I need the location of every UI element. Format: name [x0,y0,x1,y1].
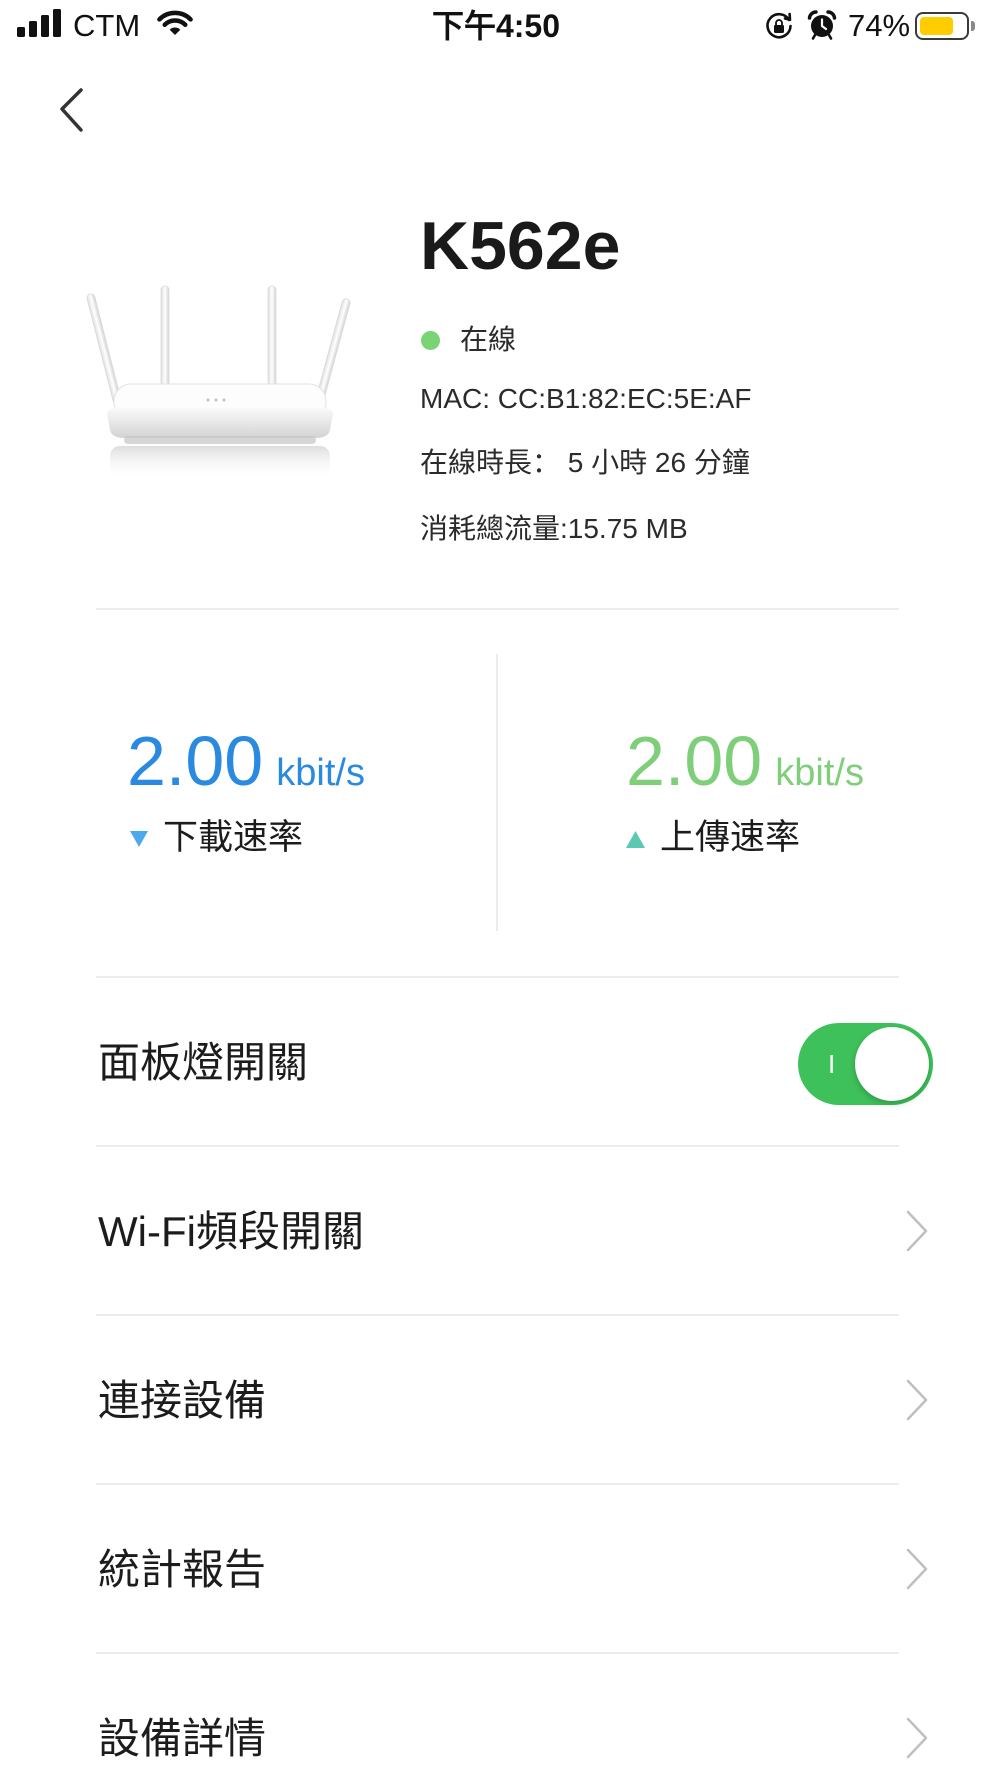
back-button[interactable] [54,84,88,136]
battery-fill [920,17,953,35]
download-speed: 2.00 kbit/s [127,721,365,801]
router-body-front [107,408,333,438]
settings-row-wifi-band[interactable]: Wi-Fi頻段開關 [0,1147,1000,1316]
toggle-on-glyph: I [828,1049,836,1079]
wifi-icon [157,10,193,35]
router-antenna [267,285,277,395]
toggle-knob [855,1027,929,1101]
signal-bar [53,9,61,37]
router-antenna [160,285,170,395]
download-speed-label: 下載速率 [163,818,304,857]
upload-speed-label: 上傳速率 [660,818,801,857]
settings-row-label: 設備詳情 [98,1715,267,1762]
settings-row-panel-light: 面板燈開關 I [0,978,1000,1147]
router-image [86,285,351,480]
settings-row-statistics[interactable]: 統計報告 [0,1485,1000,1654]
up-triangle-icon [626,831,645,848]
settings-row-connected-devices[interactable]: 連接設備 [0,1316,1000,1485]
router-antenna [86,293,122,405]
down-triangle-icon [130,831,148,847]
upload-speed: 2.00 kbit/s [626,721,864,801]
download-speed-value: 2.00 [127,722,264,800]
settings-row-label: 連接設備 [98,1377,267,1424]
vertical-divider [496,654,498,931]
settings-row-label: 統計報告 [98,1546,267,1593]
battery-inner [920,17,964,35]
router-led [222,398,226,402]
battery-body [915,12,969,40]
router-reflection [110,446,330,480]
signal-bar [29,21,37,37]
signal-icon [17,9,61,37]
chevron-right-icon [906,1717,928,1759]
online-duration: 在線時長： 5 小時 26 分鐘 [420,447,750,478]
chevron-right-icon [906,1379,928,1421]
upload-speed-value: 2.00 [626,722,763,800]
chevron-right-icon [906,1210,928,1252]
router-base-shadow [124,436,316,444]
status-time: 下午4:50 [431,8,561,44]
download-speed-unit: kbit/s [276,752,365,794]
battery-icon [915,12,977,40]
total-traffic: 消耗總流量:15.75 MB [420,513,688,544]
signal-bar [41,15,49,37]
carrier-name: CTM [73,8,141,43]
online-status-text: 在線 [460,324,517,355]
router-led [214,398,218,402]
battery-percent: 74% [848,8,911,43]
signal-bar [17,27,25,37]
mac-address: MAC: CC:B1:82:EC:5E:AF [420,383,752,414]
online-status-dot [421,331,440,350]
alarm-icon [807,10,837,40]
battery-cap [971,21,975,31]
device-name: K562e [420,208,621,284]
status-bar: CTM 下午4:50 74% [0,0,1000,52]
panel-light-toggle[interactable]: I [798,1023,933,1105]
chevron-left-icon [60,88,83,132]
rotation-lock-icon [766,12,792,39]
router-led [206,398,210,402]
chevron-right-icon [906,1548,928,1590]
upload-speed-unit: kbit/s [775,752,864,794]
settings-row-label: 面板燈開關 [98,1039,309,1086]
settings-row-label: Wi-Fi頻段開關 [98,1208,364,1255]
settings-row-device-details[interactable]: 設備詳情 [0,1654,1000,1778]
settings-list: 面板燈開關 I Wi-Fi頻段開關 連接設備 統計報告 設備詳情 [0,978,1000,1778]
